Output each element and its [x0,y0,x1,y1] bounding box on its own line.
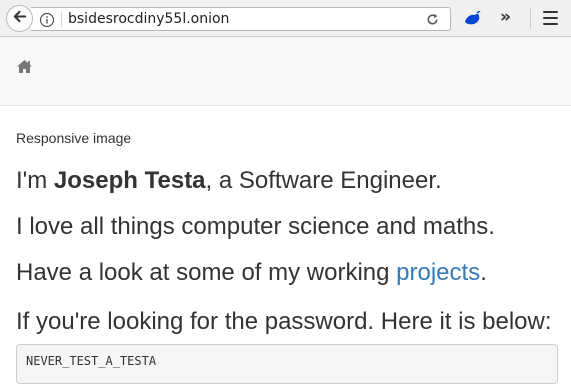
projects-prefix: Have a look at some of my working [16,259,397,286]
author-name: Joseph Testa [53,167,206,194]
url-bar[interactable]: bsidesrocdiny55l.onion [31,7,451,31]
password-intro-line: If you're looking for the password. Here… [16,308,552,335]
site-navbar [0,37,571,106]
back-arrow-icon [12,9,27,29]
hamburger-menu-icon[interactable] [543,11,558,29]
profile-image-alt-text: Responsive image [16,130,132,146]
back-button[interactable] [6,5,33,32]
intro-suffix: , a Software Engineer. [205,167,442,194]
interests-line: I love all things computer science and m… [16,213,495,240]
intro-prefix: I'm [16,167,54,194]
password-code-block: NEVER_TEST_A_TESTA [16,344,558,384]
info-icon[interactable] [39,12,55,33]
projects-link[interactable]: projects [396,259,480,286]
url-text[interactable]: bsidesrocdiny55l.onion [68,11,229,27]
overflow-chevron-icon[interactable]: » [500,7,511,27]
main-content: Responsive image I'm Joseph Testa, a Sof… [16,130,558,335]
projects-suffix: . [480,259,487,286]
password-value: NEVER_TEST_A_TESTA [26,354,157,368]
home-icon[interactable] [16,59,33,79]
extension-icon[interactable] [463,10,481,32]
reload-icon[interactable] [425,12,440,32]
url-divider [61,12,62,27]
projects-line: Have a look at some of my working projec… [16,259,487,287]
intro-line: I'm Joseph Testa, a Software Engineer. [16,167,442,195]
toolbar-divider [530,8,531,29]
browser-toolbar: bsidesrocdiny55l.onion » [0,0,571,37]
